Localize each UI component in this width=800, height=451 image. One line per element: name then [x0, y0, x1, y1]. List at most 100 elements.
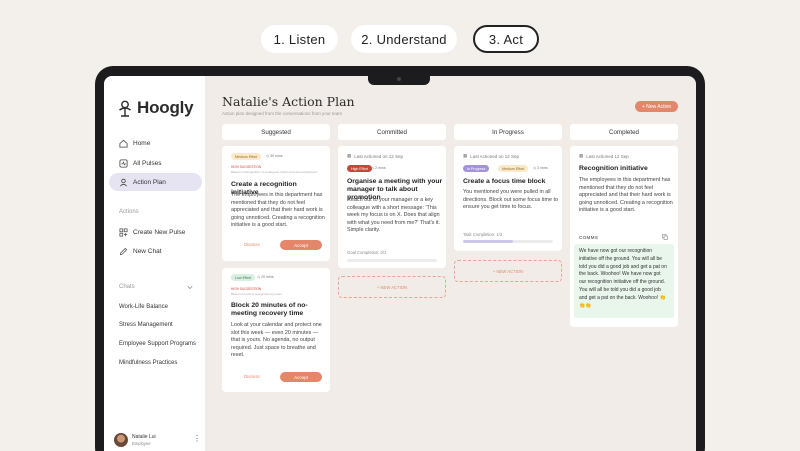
create-new-pulse-label: Create New Pulse — [133, 228, 186, 236]
accept-button[interactable]: Accept — [280, 372, 322, 382]
card-body: The employees in this department has men… — [579, 177, 673, 214]
suggested-card[interactable]: Low Effort ◷ 20 mins HIGH SUGGESTION Base… — [222, 268, 330, 392]
last-actioned: ▦ Last Actioned on 12 Sep — [347, 153, 403, 159]
effort-badge: Medium Effort — [231, 153, 262, 160]
page-subtitle: Action plan designed from the conversati… — [222, 111, 343, 116]
camera-notch — [368, 74, 430, 85]
card-title: Create a focus time block — [463, 178, 546, 185]
effort-badge: Medium Effort — [498, 165, 529, 172]
camera-icon — [397, 77, 401, 81]
duration-text: 20 mins — [261, 275, 274, 279]
new-action-button[interactable]: + New Action — [635, 101, 678, 112]
card-body: Look at your calendar and protect one sl… — [231, 322, 322, 359]
dismiss-button[interactable]: Dismiss — [244, 374, 260, 379]
card-title: Recognition initiative — [579, 165, 648, 172]
calendar-icon: ▦ — [463, 153, 468, 158]
nav-action-plan[interactable]: Action Plan — [109, 173, 202, 191]
duration: ◷ 2 mins — [371, 166, 386, 170]
suggestion-note: Based on Recognition of employees' effor… — [231, 170, 318, 174]
column-header-in-progress: In Progress — [454, 124, 562, 140]
committed-card[interactable]: ▦ Last Actioned on 12 Sep High Effort ◷ 2 … — [338, 146, 446, 268]
last-actioned-text: Last Actioned on 12 Sep — [470, 153, 520, 159]
clock-icon: ◷ — [371, 166, 375, 170]
in-progress-card[interactable]: ▦ Last Actioned on 12 Sep In Progress Med… — [454, 146, 562, 251]
nav-action-plan-label: Action Plan — [133, 178, 166, 186]
chevron-down-icon[interactable] — [187, 285, 193, 290]
step-indicator: 1. Listen 2. Understand 3. Act — [0, 25, 800, 53]
user-role: Employee — [132, 441, 151, 446]
card-body: The employees in this department has men… — [231, 192, 325, 229]
app-name: Hoogly — [137, 98, 194, 117]
copy-icon[interactable] — [662, 234, 668, 240]
action-plan-icon — [120, 178, 127, 186]
duration-text: 3 mins — [537, 166, 548, 170]
hoogly-logo-icon — [119, 100, 131, 117]
chat-item[interactable]: Employee Support Programs — [119, 341, 196, 347]
calendar-icon: ▦ — [347, 153, 352, 158]
duration: ◷ 30 mins — [266, 154, 283, 158]
create-pulse-icon — [119, 228, 128, 236]
app-screen: Hoogly Home All Pulses Action Plan Actio… — [104, 76, 696, 451]
suggestion-flag: HIGH SUGGESTION — [231, 165, 262, 169]
task-completion-label: Task Completion: 1/3 — [463, 232, 503, 237]
chat-item[interactable]: Work-Life Balance — [119, 304, 168, 310]
goal-completion-label: Goal Completion: 0/1 — [347, 250, 387, 255]
new-chat-icon — [119, 247, 128, 255]
sidebar: Hoogly Home All Pulses Action Plan Actio… — [104, 76, 205, 451]
card-title: Block 20 minutes of no-meeting recovery … — [231, 302, 308, 318]
task-progress-fill — [463, 240, 513, 243]
suggestion-flag: HIGH SUGGESTION — [231, 287, 262, 291]
task-progress-bar — [463, 240, 553, 243]
more-options-icon[interactable]: ⋮ — [193, 435, 201, 443]
actions-section-header: Actions — [119, 209, 139, 215]
duration-text: 2 mins — [375, 166, 386, 170]
chat-item[interactable]: Stress Management — [119, 322, 173, 328]
goal-progress-bar — [347, 259, 437, 262]
last-actioned: ▦ Last Actioned 12 Sep — [579, 153, 629, 159]
column-header-committed: Committed — [338, 124, 446, 140]
last-actioned-text: Last Actioned on 12 Sep — [354, 153, 404, 159]
nav-all-pulses[interactable]: All Pulses — [109, 154, 202, 172]
home-icon — [119, 139, 128, 148]
avatar — [114, 433, 128, 447]
completed-card[interactable]: ▦ Last Actioned 12 Sep Recognition initia… — [570, 146, 678, 327]
nav-home[interactable]: Home — [109, 134, 202, 152]
effort-badge: Low Effort — [231, 274, 256, 281]
committed-new-action-button[interactable]: + NEW ACTION — [338, 276, 446, 298]
comms-message: We have now got our recognition initiati… — [574, 244, 674, 318]
column-header-suggested: Suggested — [222, 124, 330, 140]
effort-badge: High Effort — [347, 165, 372, 172]
suggestion-note: Based on Lack of recognition by peers — [231, 292, 283, 296]
nav-home-label: Home — [133, 139, 151, 147]
clock-icon: ◷ — [257, 275, 261, 279]
last-actioned: ▦ Last Actioned on 12 Sep — [463, 153, 519, 159]
chats-section-header: Chats — [119, 284, 135, 290]
in-progress-new-action-button[interactable]: + NEW ACTION — [454, 260, 562, 282]
status-badge: In Progress — [463, 165, 490, 172]
card-body: Reach out to your manager or a key colle… — [347, 197, 441, 234]
pulses-icon — [119, 158, 128, 168]
comms-label: COMMS — [579, 235, 599, 240]
dismiss-button[interactable]: Dismiss — [244, 242, 260, 247]
create-new-pulse-item[interactable]: Create New Pulse — [109, 223, 202, 241]
step-listen[interactable]: 1. Listen — [261, 25, 338, 53]
user-name: Natalie Lui — [132, 434, 156, 440]
duration-text: 30 mins — [270, 154, 283, 158]
clock-icon: ◷ — [533, 166, 537, 170]
calendar-icon: ▦ — [579, 153, 584, 158]
new-chat-label: New Chat — [133, 247, 162, 255]
user-profile[interactable]: Natalie Lui Employee ⋮ — [114, 433, 201, 449]
app-logo[interactable]: Hoogly — [118, 98, 194, 118]
accept-button[interactable]: Accept — [280, 240, 322, 250]
clock-icon: ◷ — [266, 154, 270, 158]
last-actioned-text: Last Actioned 12 Sep — [586, 153, 629, 159]
column-header-completed: Completed — [570, 124, 678, 140]
step-understand[interactable]: 2. Understand — [351, 25, 457, 53]
step-act[interactable]: 3. Act — [473, 25, 539, 53]
new-chat-item[interactable]: New Chat — [109, 242, 202, 260]
suggested-card[interactable]: Medium Effort ◷ 30 mins HIGH SUGGESTION B… — [222, 146, 330, 261]
nav-all-pulses-label: All Pulses — [133, 159, 162, 167]
chat-item[interactable]: Mindfulness Practices — [119, 360, 177, 366]
card-body: You mentioned you were pulled in all dir… — [463, 189, 558, 211]
duration: ◷ 3 mins — [533, 166, 548, 170]
